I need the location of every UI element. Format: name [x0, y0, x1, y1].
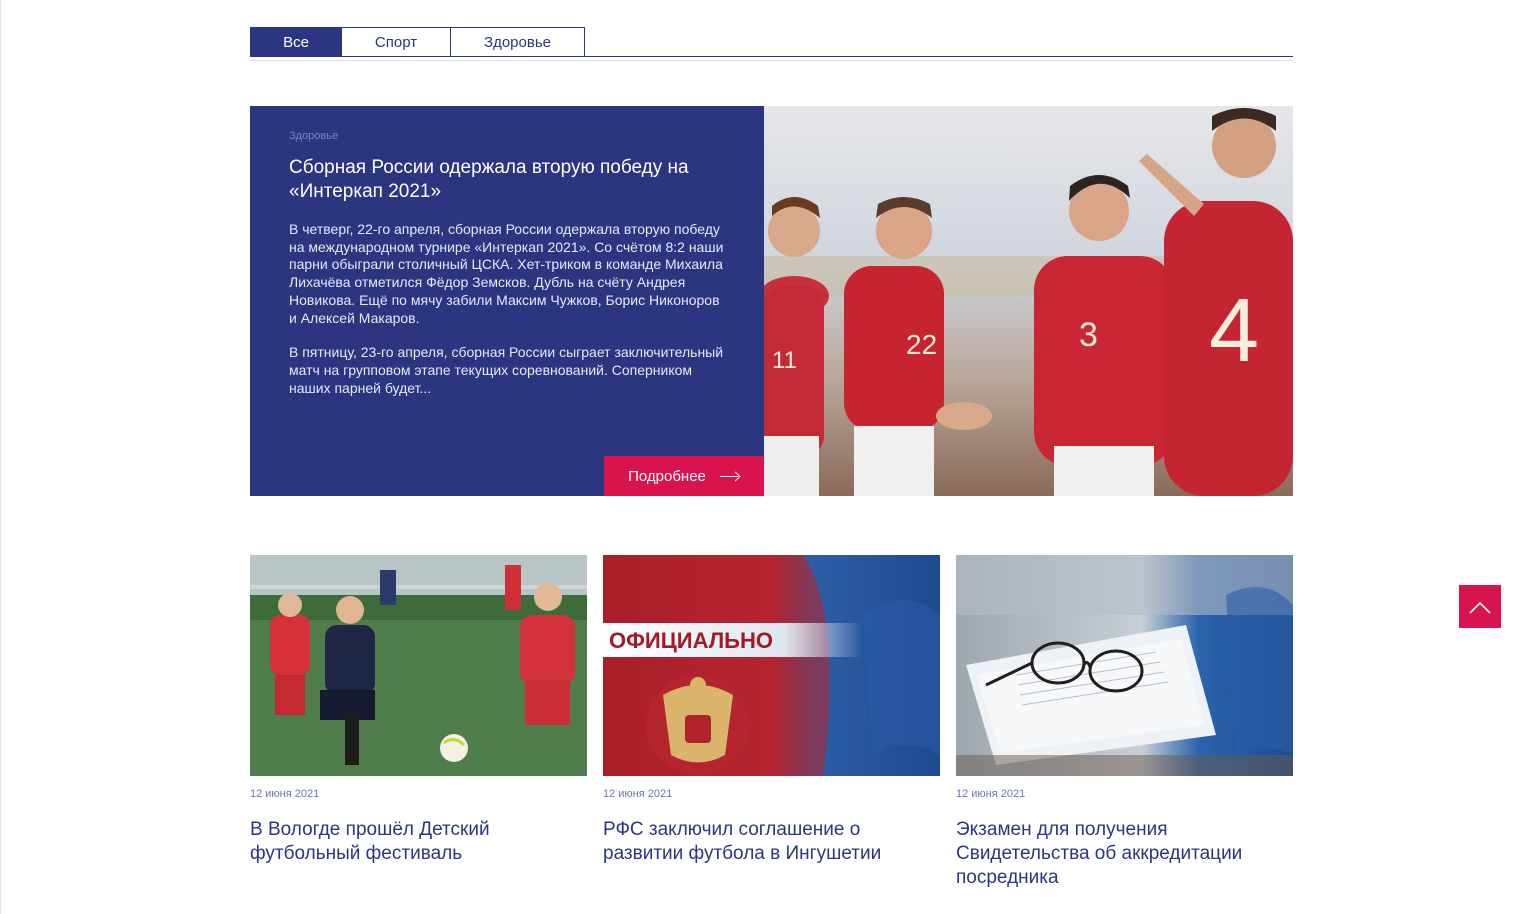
kids-football-photo — [250, 555, 587, 776]
tabs-divider — [250, 60, 1293, 61]
arrow-right-icon — [719, 471, 740, 481]
featured-photo[interactable]: 22 11 3 4 — [764, 106, 1293, 496]
more-button-label: Подробнее — [628, 467, 706, 485]
news-card[interactable]: 12 июня 2021 Экзамен для получения Свиде… — [956, 555, 1293, 890]
card-date: 12 июня 2021 — [956, 788, 1026, 800]
featured-news: Здоровье Сборная России одержала вторую … — [250, 106, 1293, 496]
filter-tabs: Все Спорт Здоровье — [250, 27, 1293, 63]
image-caption-official: ОФИЦИАЛЬНО — [609, 628, 773, 653]
card-title[interactable]: В Вологде прошёл Детский футбольный фест… — [250, 818, 587, 866]
card-title[interactable]: РФС заключил соглашение о развитии футбо… — [603, 818, 940, 866]
news-cards: 12 июня 2021 В Вологде прошёл Детский фу… — [250, 555, 1293, 890]
football-players-photo: 22 11 3 4 — [764, 106, 1293, 496]
news-card[interactable]: 12 июня 2021 В Вологде прошёл Детский фу… — [250, 555, 587, 890]
tab-sport[interactable]: Спорт — [342, 27, 451, 57]
featured-text-panel: Здоровье Сборная России одержала вторую … — [250, 106, 764, 496]
card-date: 12 июня 2021 — [250, 788, 320, 800]
chevron-up-icon — [1469, 601, 1491, 614]
card-image-kids-football[interactable] — [250, 555, 587, 776]
page-left-border — [0, 0, 1, 914]
tab-all[interactable]: Все — [250, 27, 342, 57]
card-title[interactable]: Экзамен для получения Свидетельства об а… — [956, 818, 1293, 890]
featured-paragraph-2: В пятницу, 23-го апреля, сборная России … — [289, 344, 724, 396]
featured-paragraph-1: В четверг, 22-го апреля, сборная России … — [289, 221, 724, 326]
scroll-to-top-button[interactable] — [1459, 585, 1501, 628]
tabs-underline — [250, 56, 1293, 57]
jersey-number-11: 11 — [772, 347, 797, 374]
official-emblem-image: ОФИЦИАЛЬНО — [603, 555, 940, 776]
featured-category[interactable]: Здоровье — [289, 130, 724, 142]
card-date: 12 июня 2021 — [603, 788, 673, 800]
jersey-number-22: 22 — [906, 329, 937, 360]
card-image-exam[interactable] — [956, 555, 1293, 776]
jersey-number-3: 3 — [1079, 316, 1098, 354]
jersey-number-4: 4 — [1209, 281, 1259, 381]
news-card[interactable]: ОФИЦИАЛЬНО 12 июня 2021 РФС заключил сог… — [603, 555, 940, 890]
tab-health[interactable]: Здоровье — [451, 27, 585, 57]
glasses-on-papers-image — [956, 555, 1293, 776]
more-button[interactable]: Подробнее — [604, 456, 764, 496]
featured-title[interactable]: Сборная России одержала вторую победу на… — [289, 156, 724, 204]
card-image-official[interactable]: ОФИЦИАЛЬНО — [603, 555, 940, 776]
